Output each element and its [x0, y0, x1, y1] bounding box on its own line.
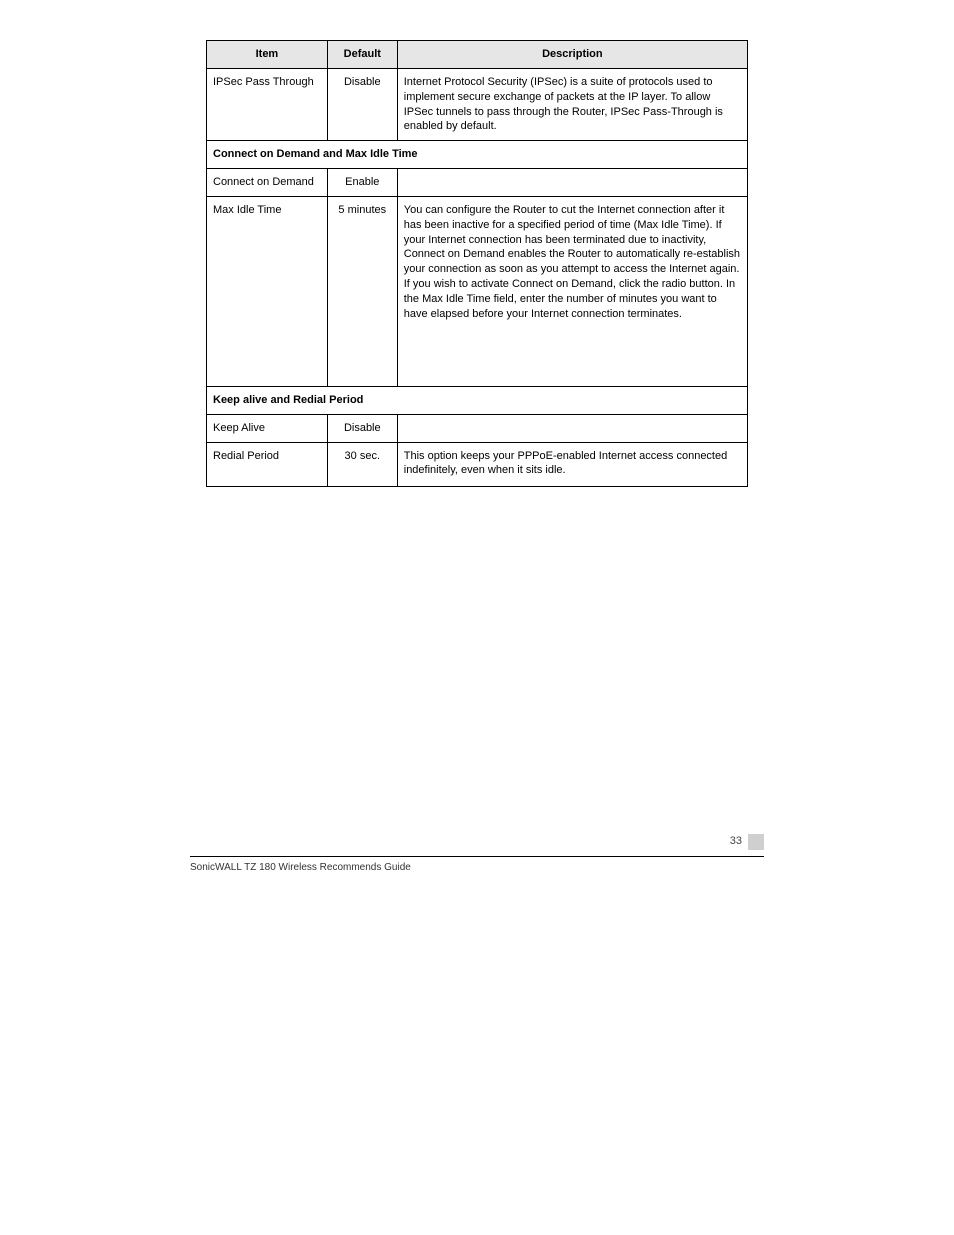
cell-default: 5 minutes: [327, 196, 397, 386]
cell-description: You can configure the Router to cut the …: [397, 196, 747, 386]
table-header-row: Item Default Description: [207, 41, 748, 69]
cell-default: 30 sec.: [327, 442, 397, 486]
page-number: 33: [730, 835, 742, 847]
cell-item: Keep Alive: [207, 414, 328, 442]
cell-description: Internet Protocol Security (IPSec) is a …: [397, 68, 747, 140]
cell-default: Disable: [327, 414, 397, 442]
page-marker-icon: [748, 834, 764, 850]
table-row: IPSec Pass Through Disable Internet Prot…: [207, 68, 748, 140]
th-description: Description: [397, 41, 747, 69]
table-row: Connect on Demand Enable: [207, 169, 748, 197]
cell-item: Max Idle Time: [207, 196, 328, 386]
cell-default: Disable: [327, 68, 397, 140]
section-label: Keep alive and Redial Period: [207, 386, 748, 414]
cell-item: Redial Period: [207, 442, 328, 486]
cell-default: Enable: [327, 169, 397, 197]
cell-description: [397, 414, 747, 442]
section-label: Connect on Demand and Max Idle Time: [207, 141, 748, 169]
th-item: Item: [207, 41, 328, 69]
cell-description: [397, 169, 747, 197]
cell-item: IPSec Pass Through: [207, 68, 328, 140]
settings-table: Item Default Description IPSec Pass Thro…: [206, 40, 748, 487]
table-row: Max Idle Time 5 minutes You can configur…: [207, 196, 748, 386]
th-default: Default: [327, 41, 397, 69]
page-footer: 33 SonicWALL TZ 180 Wireless Recommends …: [190, 852, 764, 882]
cell-item: Connect on Demand: [207, 169, 328, 197]
footer-rule: [190, 856, 764, 857]
table-row: Redial Period 30 sec. This option keeps …: [207, 442, 748, 486]
footer-text: SonicWALL TZ 180 Wireless Recommends Gui…: [190, 862, 411, 873]
table-row: Keep Alive Disable: [207, 414, 748, 442]
cell-description: This option keeps your PPPoE-enabled Int…: [397, 442, 747, 486]
section-row-keepalive: Keep alive and Redial Period: [207, 386, 748, 414]
section-row-connect: Connect on Demand and Max Idle Time: [207, 141, 748, 169]
